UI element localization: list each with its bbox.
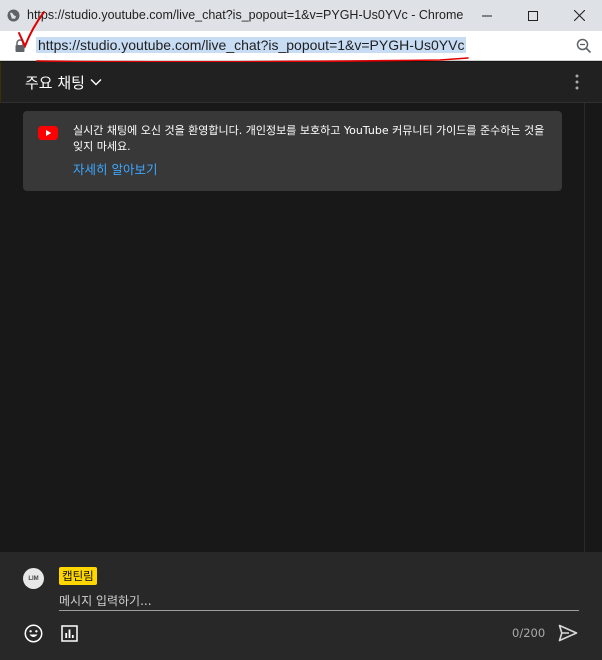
- close-icon: [573, 10, 585, 21]
- window-titlebar: https://studio.youtube.com/live_chat?is_…: [0, 0, 602, 31]
- chat-mode-dropdown[interactable]: 주요 채팅: [25, 72, 85, 93]
- chevron-down-icon[interactable]: [89, 75, 103, 89]
- chat-header: 주요 채팅: [0, 62, 602, 103]
- more-options-icon[interactable]: [571, 72, 583, 92]
- maximize-icon: [528, 10, 538, 21]
- minimize-icon: [482, 15, 492, 16]
- emoji-icon[interactable]: [24, 624, 43, 643]
- author-name-badge: 캡틴림: [59, 567, 97, 585]
- chat-messages[interactable]: 실시간 채팅에 오신 것을 환영합니다. 개인정보를 보호하고 YouTube …: [0, 103, 602, 552]
- message-input[interactable]: [59, 592, 579, 610]
- youtube-logo-icon: [38, 126, 58, 140]
- learn-more-link[interactable]: 자세히 알아보기: [73, 159, 157, 178]
- window-title: https://studio.youtube.com/live_chat?is_…: [27, 8, 464, 22]
- address-bar[interactable]: https://studio.youtube.com/live_chat?is_…: [0, 31, 602, 61]
- chat-input-panel: LIM 캡틴림 0/200: [0, 552, 602, 660]
- globe-icon: [7, 9, 20, 22]
- input-underline: [59, 610, 579, 611]
- zoom-icon[interactable]: [576, 38, 592, 54]
- poll-icon[interactable]: [61, 625, 78, 642]
- character-counter: 0/200: [512, 626, 546, 640]
- maximize-button[interactable]: [510, 0, 556, 31]
- minimize-button[interactable]: [464, 0, 510, 31]
- welcome-banner: 실시간 채팅에 오신 것을 환영합니다. 개인정보를 보호하고 YouTube …: [23, 111, 562, 191]
- avatar: LIM: [23, 568, 44, 589]
- url-text[interactable]: https://studio.youtube.com/live_chat?is_…: [36, 37, 467, 53]
- scrollbar[interactable]: [584, 103, 585, 552]
- send-icon[interactable]: [558, 624, 578, 642]
- close-button[interactable]: [556, 0, 602, 31]
- lock-icon[interactable]: [14, 39, 26, 52]
- welcome-text: 실시간 채팅에 오신 것을 환영합니다. 개인정보를 보호하고 YouTube …: [73, 124, 545, 153]
